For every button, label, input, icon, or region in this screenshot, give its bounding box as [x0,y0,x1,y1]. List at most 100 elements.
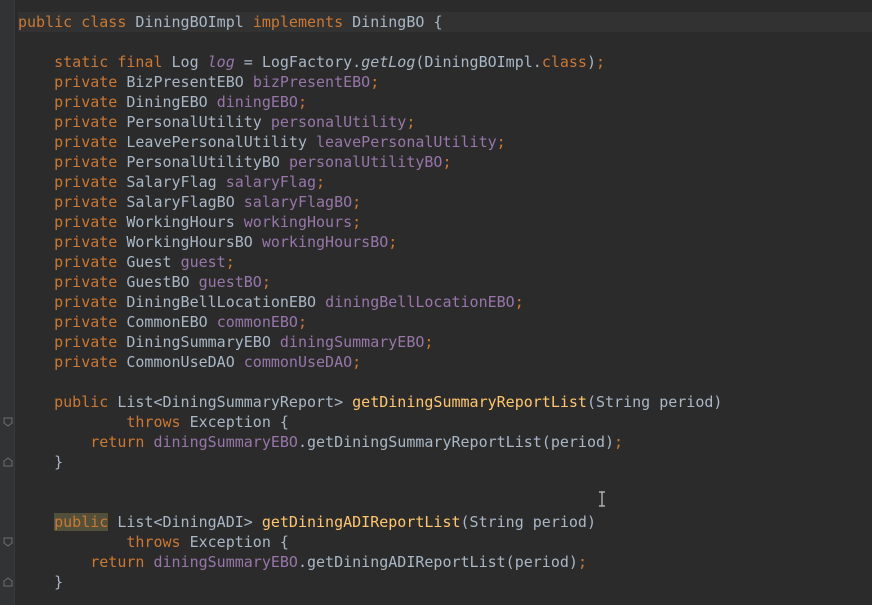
fold-marker-icon[interactable] [3,577,13,587]
type-name: DiningSummaryEBO [126,333,271,351]
semicolon: ; [352,353,362,371]
text-cursor-icon [599,491,605,507]
keyword: private [54,273,118,291]
parameters: (String period) [586,393,723,411]
field-name: personalUtilityBO [288,153,443,171]
paren: ) [586,53,596,71]
field-line[interactable]: private BizPresentEBO bizPresentEBO; [18,72,872,92]
operator: = [243,53,253,71]
field-name: leavePersonalUtility [316,133,497,151]
field-line[interactable]: private Guest guest; [18,252,872,272]
argument: (DiningBOImpl. [415,53,542,71]
type-name: GuestBO [126,273,190,291]
type-name: Guest [126,253,172,271]
field-line[interactable]: private CommonEBO commonEBO; [18,312,872,332]
keyword: private [54,293,118,311]
field-line[interactable]: private DiningBellLocationEBO diningBell… [18,292,872,312]
keyword: public [18,13,73,31]
method-call: getLog [361,53,416,71]
keyword: return [90,553,145,571]
field-name: guest [180,253,226,271]
code-editor[interactable]: public class DiningBOImpl implements Din… [18,0,872,605]
throws-line[interactable]: throws Exception { [18,532,872,552]
field-line[interactable]: private DiningEBO diningEBO; [18,92,872,112]
field-line[interactable]: private PersonalUtility personalUtility; [18,112,872,132]
type-name: LogFactory. [261,53,362,71]
fold-marker-icon[interactable] [3,417,13,427]
class-name: DiningBOImpl [135,13,244,31]
field-line[interactable]: private DiningSummaryEBO diningSummaryEB… [18,332,872,352]
fold-marker-icon[interactable] [3,537,13,547]
field-line[interactable]: private SalaryFlagBO salaryFlagBO; [18,192,872,212]
closing-brace-line[interactable]: } [18,572,872,592]
keyword: private [54,253,118,271]
keyword: static [54,53,109,71]
field-name: diningSummaryEBO [153,553,298,571]
throws-line[interactable]: throws Exception { [18,412,872,432]
field-line[interactable]: private LeavePersonalUtility leavePerson… [18,132,872,152]
keyword: private [54,113,118,131]
field-name: salaryFlagBO [243,193,353,211]
field-name: bizPresentEBO [252,73,371,91]
field-name: commonUseDAO [243,353,353,371]
field-line[interactable]: private GuestBO guestBO; [18,272,872,292]
field-name: log [207,53,235,71]
keyword-highlighted: public [54,513,109,531]
method-call: .getDiningADIReportList(period) [297,553,578,571]
field-line[interactable]: private WorkingHours workingHours; [18,212,872,232]
semicolon: ; [614,433,624,451]
method-name: getDiningADIReportList [261,513,461,531]
type-name: Log [171,53,199,71]
field-name: guestBO [198,273,262,291]
code-line-log[interactable]: static final Log log = LogFactory.getLog… [18,52,872,72]
field-line[interactable]: private CommonUseDAO commonUseDAO; [18,352,872,372]
type-name: DiningBellLocationEBO [126,293,317,311]
type-name: SalaryFlagBO [126,193,235,211]
type-name: CommonUseDAO [126,353,235,371]
semicolon: ; [442,153,452,171]
method-signature-line[interactable]: public List<DiningADI> getDiningADIRepor… [18,512,872,532]
field-name: diningBellLocationEBO [325,293,515,311]
type-name: WorkingHours [126,213,235,231]
field-name: diningSummaryEBO [153,433,298,451]
keyword: private [54,133,118,151]
fold-marker-icon[interactable] [3,457,13,467]
closing-brace-line[interactable]: } [18,452,872,472]
keyword: return [90,433,145,451]
type-name: BizPresentEBO [126,73,244,91]
field-name: workingHours [243,213,353,231]
return-line[interactable]: return diningSummaryEBO.getDiningADIRepo… [18,552,872,572]
field-line[interactable]: private WorkingHoursBO workingHoursBO; [18,232,872,252]
field-name: diningEBO [216,93,298,111]
keyword: private [54,313,118,331]
method-name: getDiningSummaryReportList [352,393,587,411]
semicolon: ; [370,73,380,91]
semicolon: ; [352,193,362,211]
method-signature-line[interactable]: public List<DiningSummaryReport> getDini… [18,392,872,412]
semicolon: ; [388,233,398,251]
semicolon: ; [406,113,416,131]
field-line[interactable]: private SalaryFlag salaryFlag; [18,172,872,192]
field-name: workingHoursBO [261,233,389,251]
exception-type: Exception { [189,533,289,551]
keyword: class [81,13,127,31]
keyword: implements [252,13,344,31]
semicolon: ; [297,93,307,111]
semicolon: ; [424,333,434,351]
interface-name: DiningBO [352,13,425,31]
class-declaration-line[interactable]: public class DiningBOImpl implements Din… [18,12,872,32]
keyword: throws [126,413,181,431]
exception-type: Exception { [189,413,289,431]
keyword: private [54,353,118,371]
return-type: List<DiningSummaryReport> [117,393,344,411]
type-name: WorkingHoursBO [126,233,253,251]
brace: } [54,573,64,591]
return-line[interactable]: return diningSummaryEBO.getDiningSummary… [18,432,872,452]
editor-gutter [0,0,15,605]
keyword: private [54,193,118,211]
keyword: throws [126,533,181,551]
keyword: public [54,393,109,411]
type-name: PersonalUtilityBO [126,153,280,171]
type-name: SalaryFlag [126,173,217,191]
field-line[interactable]: private PersonalUtilityBO personalUtilit… [18,152,872,172]
